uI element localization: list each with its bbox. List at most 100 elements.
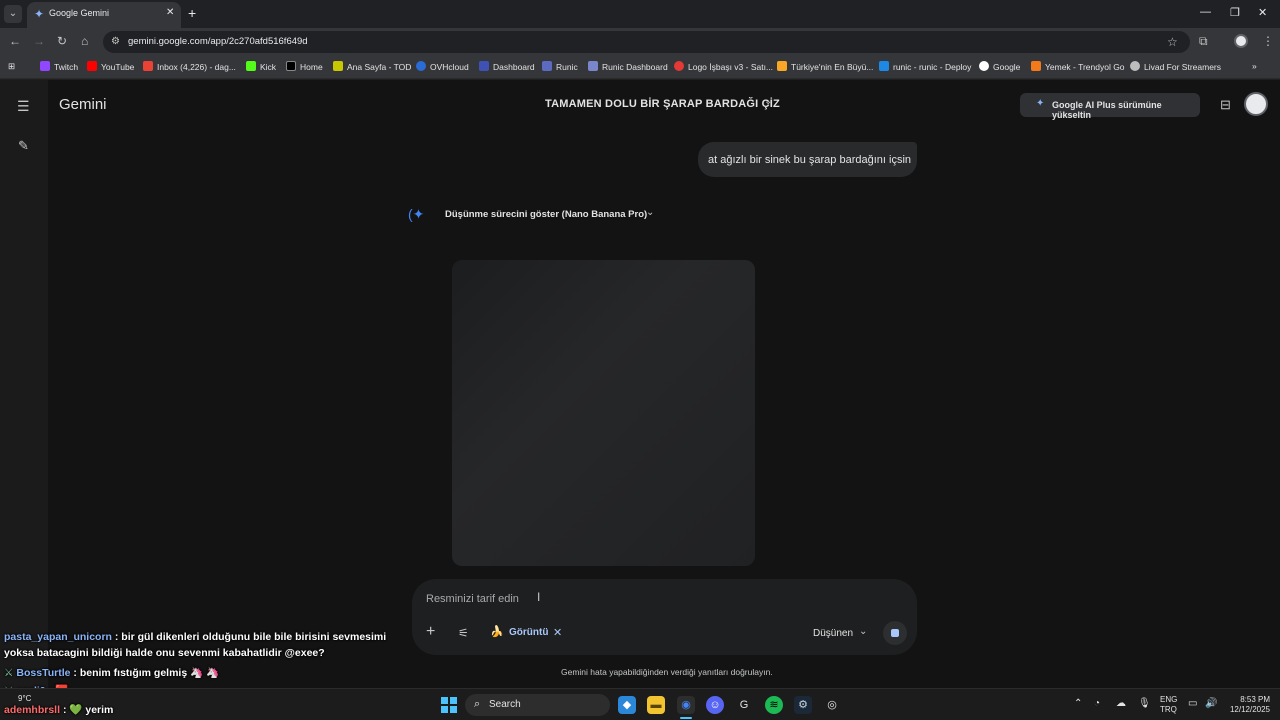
bookmark-inbox[interactable]: Inbox (4,226) - dag... [143, 61, 236, 72]
upgrade-label: Google AI Plus sürümüne yükseltin [1052, 100, 1162, 120]
emote-icon: 🦄 🦄 [190, 667, 220, 679]
prompt-input[interactable] [426, 593, 786, 605]
bookmark-runic-deploy[interactable]: runic - runic - Deploy [879, 61, 971, 72]
copilot-icon[interactable]: ◆ [618, 696, 636, 714]
back-arrow-icon[interactable]: ← [9, 34, 21, 48]
chat-line: yoksa batacagini bildiği halde onu seven… [4, 647, 325, 659]
stop-icon [891, 629, 899, 637]
user-message-text: at ağızlı bir sinek bu şarap bardağını i… [708, 154, 912, 166]
obs-icon[interactable]: ◎ [823, 696, 841, 714]
new-tab-button[interactable]: + [188, 5, 196, 21]
tray-app-icon[interactable]: ◔ [1094, 698, 1100, 709]
close-icon[interactable]: ✕ [553, 626, 562, 639]
bookmark-livad[interactable]: Livad For Streamers [1130, 61, 1221, 72]
window-close-icon[interactable]: ✕ [1258, 6, 1267, 19]
lang-bottom: TRQ [1160, 705, 1177, 714]
add-icon[interactable]: + [426, 624, 435, 640]
chat-line: pasta_yapan_unicorn : bir gül dikenleri … [4, 631, 386, 643]
discord-icon[interactable]: ☺ [706, 696, 724, 714]
sidebar: ☰ ✎ [0, 80, 48, 688]
bookmark-kick[interactable]: Kick [246, 61, 276, 72]
text-cursor-icon: I [537, 590, 541, 604]
bookmark-ovhcloud[interactable]: OVHcloud [416, 61, 469, 72]
reload-icon[interactable]: ↻ [57, 34, 67, 48]
clock[interactable]: 8:53 PM 12/12/2025 [1226, 695, 1270, 715]
bookmark-trendyol[interactable]: Yemek - Trendyol Go [1031, 61, 1125, 72]
menu-icon[interactable]: ☰ [17, 98, 30, 115]
chat-message: yoksa batacagini bildiği halde onu seven… [4, 647, 325, 659]
mode-selector[interactable]: Düşünen [813, 628, 853, 639]
tab-close-icon[interactable]: ✕ [166, 7, 174, 18]
time-text: 8:53 PM [1240, 695, 1270, 704]
network-icon[interactable]: ▭ [1188, 698, 1197, 709]
onedrive-icon[interactable]: ☁ [1116, 698, 1126, 709]
address-bar[interactable]: ⚙ gemini.google.com/app/2c270afd516f649d… [103, 31, 1190, 53]
bookmark-dashboard[interactable]: Dashboard [479, 61, 535, 72]
microphone-icon[interactable]: 🎙 [1138, 698, 1151, 709]
search-label: Search [489, 699, 521, 710]
temporary-chat-icon[interactable]: ⊟ [1220, 97, 1231, 113]
sparkle-icon: ✦ [1036, 98, 1045, 109]
home-icon[interactable]: ⌂ [81, 34, 88, 48]
tab-title: Google Gemini [49, 8, 110, 18]
prompt-box: I + ⚟ 🍌 Görüntü ✕ Düşünen ⌄ [412, 579, 917, 655]
bookmarks-overflow-icon[interactable]: » [1252, 61, 1257, 71]
chat-line: ⚔ BossTurtle : benim fıstığım gelmiş 🦄 🦄 [4, 666, 219, 679]
url-text[interactable]: gemini.google.com/app/2c270afd516f649d [128, 36, 308, 47]
gemini-brand[interactable]: Gemini [59, 96, 107, 113]
bookmark-tod[interactable]: Ana Sayfa - TOD [333, 61, 411, 72]
puzzle-icon[interactable]: ⧉ [1199, 34, 1208, 49]
app-icon[interactable]: G [735, 696, 753, 714]
windows-start-icon[interactable] [441, 697, 457, 713]
apps-grid-icon[interactable]: ⊞ [8, 61, 15, 72]
taskbar-search[interactable]: ⌕ Search [465, 694, 610, 716]
weather-text[interactable]: 9°C [18, 694, 31, 703]
chrome-icon[interactable]: ◉ [677, 696, 695, 714]
user-message-bubble: at ağızlı bir sinek bu şarap bardağını i… [698, 142, 917, 177]
show-thinking-toggle[interactable]: Düşünme sürecini göster (Nano Banana Pro… [445, 209, 647, 220]
gemini-spark-icon: ✦ [34, 7, 45, 21]
steam-icon[interactable]: ⚙ [794, 696, 812, 714]
chat-username: ademhbrsll [4, 704, 61, 716]
bookmark-youtube[interactable]: YouTube [87, 61, 134, 72]
chevron-down-icon[interactable]: ⌄ [646, 207, 654, 218]
more-menu-icon[interactable]: ⋮ [1262, 34, 1274, 48]
new-chat-icon[interactable]: ✎ [18, 138, 29, 154]
restore-icon[interactable]: ❐ [1230, 6, 1240, 19]
search-icon: ⌕ [474, 698, 481, 710]
conversation-title[interactable]: TAMAMEN DOLU BİR ŞARAP BARDAĞI ÇİZ [545, 98, 780, 110]
bookmark-runic[interactable]: Runic [542, 61, 578, 72]
avatar[interactable] [1244, 92, 1268, 116]
bookmark-google[interactable]: Google [979, 61, 1020, 72]
spotify-icon[interactable]: ≋ [765, 696, 783, 714]
forward-arrow-icon[interactable]: → [33, 34, 45, 48]
bookmark-twitch[interactable]: Twitch [40, 61, 78, 72]
minimize-icon[interactable]: — [1200, 6, 1211, 18]
browser-toolbar: ← → ↻ ⌂ ⚙ gemini.google.com/app/2c270afd… [0, 28, 1280, 56]
bookmark-logo-isbasi[interactable]: Logo İşbaşı v3 - Satı... [674, 61, 773, 72]
browser-tab-active[interactable]: ✦ Google Gemini ✕ [27, 2, 181, 28]
language-indicator[interactable]: ENG TRQ [1160, 695, 1177, 715]
star-icon[interactable]: ☆ [1167, 35, 1178, 49]
chat-line: ademhbrsll : 💚 yerim [4, 703, 113, 716]
chat-message: : 💚 yerim [62, 704, 114, 716]
chevron-down-icon[interactable]: ⌄ [764, 96, 772, 107]
stop-button[interactable] [883, 621, 907, 645]
chip-label: Görüntü [509, 627, 549, 638]
volume-icon[interactable]: 🔊 [1205, 698, 1217, 709]
tab-search-dropdown[interactable]: ⌄ [4, 5, 22, 23]
gemini-app: ☰ ✎ Gemini TAMAMEN DOLU BİR ŞARAP BARDAĞ… [0, 80, 1280, 688]
chevron-down-icon[interactable]: ⌄ [859, 626, 867, 637]
disclaimer-text: Gemini hata yapabildiğinden verdiği yanı… [561, 667, 773, 677]
bookmark-turkiye[interactable]: Türkiye'nin En Büyü... [777, 61, 873, 72]
site-info-icon[interactable]: ⚙ [111, 36, 120, 47]
bookmarks-bar: ⊞ Twitch YouTube Inbox (4,226) - dag... … [0, 56, 1280, 79]
bookmark-runic-dashboard[interactable]: Runic Dashboard [588, 61, 668, 72]
upgrade-button[interactable]: ✦ Google AI Plus sürümüne yükseltin [1020, 93, 1200, 120]
bookmark-home[interactable]: Home [286, 61, 323, 72]
tools-icon[interactable]: ⚟ [458, 626, 469, 640]
file-explorer-icon[interactable]: ▬ [647, 696, 665, 714]
profile-avatar[interactable] [1234, 34, 1248, 48]
chevron-up-icon[interactable]: ⌃ [1074, 698, 1082, 709]
active-app-indicator [680, 717, 692, 719]
